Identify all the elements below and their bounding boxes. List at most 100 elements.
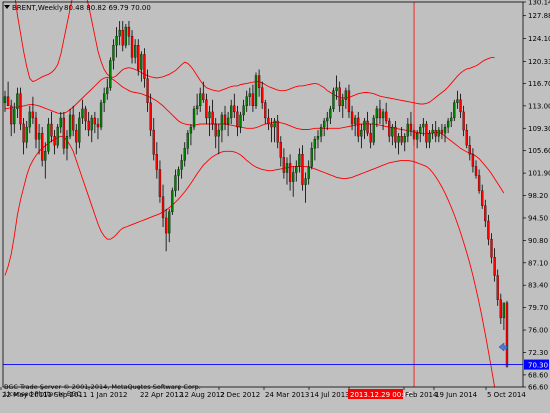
candle-body xyxy=(307,166,310,179)
candle-body xyxy=(409,123,413,131)
candle-body xyxy=(96,123,100,128)
candle-body xyxy=(103,93,106,103)
candle-body xyxy=(357,117,360,137)
x-tick-label: 1 Jan 2012 xyxy=(90,391,128,399)
candle-body xyxy=(257,75,261,88)
candle-body xyxy=(68,114,72,137)
candle-body xyxy=(81,108,84,119)
y-tick-label: 72.30 xyxy=(528,349,548,357)
candle-body xyxy=(484,205,487,222)
candle-body xyxy=(465,129,468,146)
candle-body xyxy=(242,105,245,116)
candle-body xyxy=(496,275,499,300)
candle-body xyxy=(248,93,251,97)
candle-body xyxy=(406,123,409,137)
candle-body xyxy=(192,108,196,128)
candle-body xyxy=(233,105,236,113)
candle-body xyxy=(360,129,363,137)
candle-body xyxy=(261,87,264,103)
x-tick-label: 24 Mar 2013 xyxy=(265,391,309,399)
candle-body xyxy=(31,111,35,119)
symbol-label: BRENT,Weekly xyxy=(12,4,63,12)
candle-body xyxy=(251,93,255,107)
current-price-text: 70.30 xyxy=(528,362,548,370)
candle-body xyxy=(338,87,341,107)
candle-body xyxy=(90,117,93,131)
candle-body xyxy=(384,111,388,122)
candle-body xyxy=(87,120,90,131)
y-tick-label: 124.10 xyxy=(528,35,550,43)
candle-body xyxy=(434,129,437,137)
candle-body xyxy=(273,120,276,128)
candle-body xyxy=(490,239,493,258)
y-tick-label: 94.50 xyxy=(528,214,548,222)
plot-area[interactable] xyxy=(3,2,523,387)
candle-body xyxy=(264,102,267,119)
candle-body xyxy=(481,190,484,206)
candle-body xyxy=(199,93,202,107)
candle-body xyxy=(183,148,186,161)
candle-body xyxy=(3,96,7,103)
candle-body xyxy=(474,166,478,176)
y-tick-label: 90.80 xyxy=(528,237,548,245)
candle-body xyxy=(75,129,78,143)
y-tick-label: 113.00 xyxy=(528,102,550,110)
candle-body xyxy=(130,36,134,58)
candle-body xyxy=(288,163,292,182)
candle-body xyxy=(56,126,59,146)
candle-body xyxy=(37,132,41,140)
candle-body xyxy=(310,148,313,167)
candle-body xyxy=(34,117,38,140)
candle-body xyxy=(375,108,378,119)
y-tick-label: 76.00 xyxy=(528,327,548,335)
candle-body xyxy=(378,108,382,119)
candle-body xyxy=(93,117,97,125)
candle-body xyxy=(372,117,375,143)
candle-body xyxy=(347,90,351,113)
candle-body xyxy=(174,175,177,191)
candle-body xyxy=(499,299,502,319)
candle-body xyxy=(363,120,366,131)
candle-body xyxy=(205,99,208,119)
candle-body xyxy=(353,117,357,125)
candle-body xyxy=(137,45,140,70)
candle-body xyxy=(329,108,332,119)
y-tick-label: 79.70 xyxy=(528,304,548,312)
candle-body xyxy=(28,111,31,128)
candle-body xyxy=(304,178,307,185)
candle-body xyxy=(223,114,227,125)
candle-body xyxy=(437,129,440,137)
candle-body xyxy=(394,126,397,143)
candle-body xyxy=(78,117,81,143)
y-tick-label: 127.88 xyxy=(528,12,550,20)
x-tick-label: 12 Aug 2012 xyxy=(180,391,225,399)
candle-body xyxy=(16,93,19,110)
candle-body xyxy=(53,135,56,146)
candle-body xyxy=(282,157,286,173)
candle-body xyxy=(316,135,320,140)
candle-body xyxy=(161,196,165,219)
candle-body xyxy=(397,135,400,143)
candle-body xyxy=(270,123,273,128)
chart-header: BRENT,Weekly 80.48 80.82 69.79 70.00 xyxy=(4,4,151,12)
y-tick-label: 98.20 xyxy=(528,192,548,200)
candle-body xyxy=(292,172,295,182)
candle-body xyxy=(112,45,115,61)
candle-body xyxy=(214,123,217,137)
candle-body xyxy=(155,154,158,170)
candle-body xyxy=(195,105,199,110)
candle-body xyxy=(332,90,335,110)
candle-body xyxy=(446,120,450,128)
candle-body xyxy=(443,126,447,134)
price-chart[interactable]: 130.14 127.88 124.10 120.33 116.70 113.00 109.… xyxy=(0,0,550,413)
candle-body xyxy=(502,302,506,319)
price-axis[interactable]: 130.14 127.88 124.10 120.33 116.70 113.00 109.… xyxy=(523,0,550,392)
candle-body xyxy=(254,75,258,107)
candle-body xyxy=(168,211,171,234)
candle-body xyxy=(295,166,298,173)
candle-body xyxy=(279,142,282,158)
x-tick-label: 2013.12.29 00:00 xyxy=(350,391,412,399)
candle-body xyxy=(462,111,465,131)
candle-body xyxy=(403,135,406,143)
x-tick-label: 2 Dec 2012 xyxy=(220,391,260,399)
